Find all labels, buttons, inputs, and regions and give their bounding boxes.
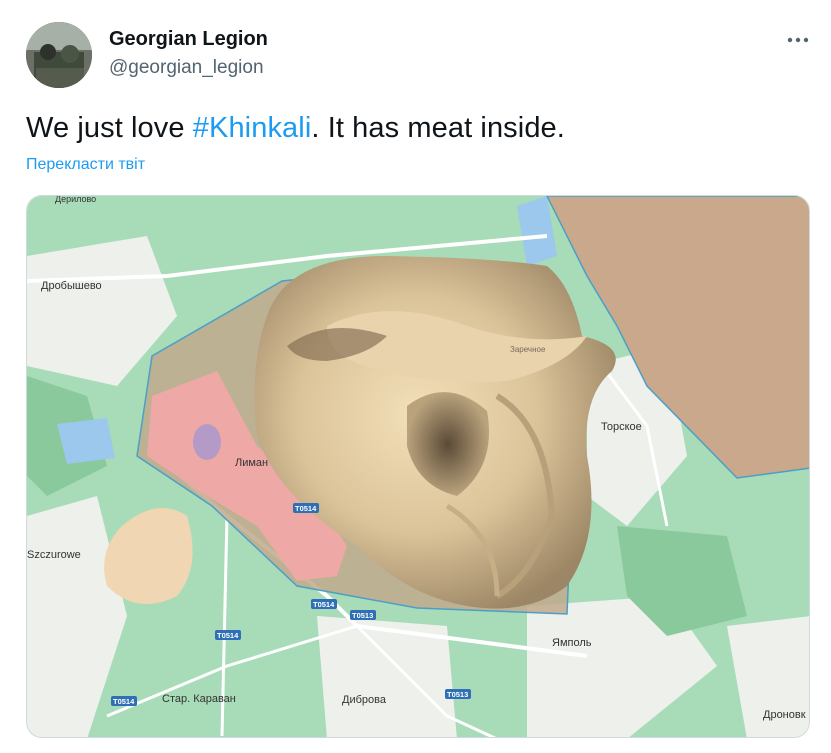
road-badge: T0514 [111, 696, 137, 706]
map-label-stary-karavan: Стар. Караван [162, 693, 236, 705]
map-label-dibrova: Диброва [342, 694, 387, 706]
user-handle[interactable]: @georgian_legion [109, 57, 264, 79]
map-khinkali-image: Дробышево Лиман Торское Szczurowe Ямполь… [27, 196, 809, 737]
display-name[interactable]: Georgian Legion [109, 28, 268, 51]
hashtag-link[interactable]: #Khinkali [193, 112, 312, 144]
map-label-lyman: Лиман [235, 457, 268, 469]
tweet-media-image[interactable]: Дробышево Лиман Торское Szczurowe Ямполь… [26, 195, 810, 738]
road-badge: T0514 [293, 503, 319, 513]
translate-tweet-link[interactable]: Перекласти твіт [26, 156, 145, 174]
road-label-r4: T0514 [217, 631, 239, 640]
road-badge: T0513 [350, 610, 376, 620]
road-label-r5: T0514 [113, 697, 135, 706]
road-label-r6: T0513 [447, 690, 468, 699]
map-label-szczurowe: Szczurowe [27, 549, 81, 561]
more-horizontal-icon [787, 37, 809, 43]
road-badge: T0513 [445, 689, 471, 699]
road-badge: T0514 [311, 599, 337, 609]
road-label-r2: T0514 [313, 600, 335, 609]
tweet-text: We just love #Khinkali. It has meat insi… [26, 112, 565, 145]
profile-photo-icon [26, 22, 92, 88]
map-label-derylovo: Дерилово [55, 196, 96, 204]
map-label-yampol: Ямполь [552, 637, 592, 649]
tweet-text-after: . It has meat inside. [311, 112, 565, 144]
map-label-torske: Торское [601, 421, 642, 433]
map-label-dronovka: Дроновк [763, 709, 806, 721]
avatar[interactable] [26, 22, 92, 88]
road-label-r1: T0514 [295, 504, 317, 513]
road-label-r3: T0513 [352, 611, 373, 620]
more-options-button[interactable] [782, 26, 814, 54]
tweet-text-before: We just love [26, 112, 193, 144]
road-badge: T0514 [215, 630, 241, 640]
map-label-zarechnoe: Заречное [510, 345, 546, 354]
map-label-drobysheve: Дробышево [41, 280, 102, 292]
